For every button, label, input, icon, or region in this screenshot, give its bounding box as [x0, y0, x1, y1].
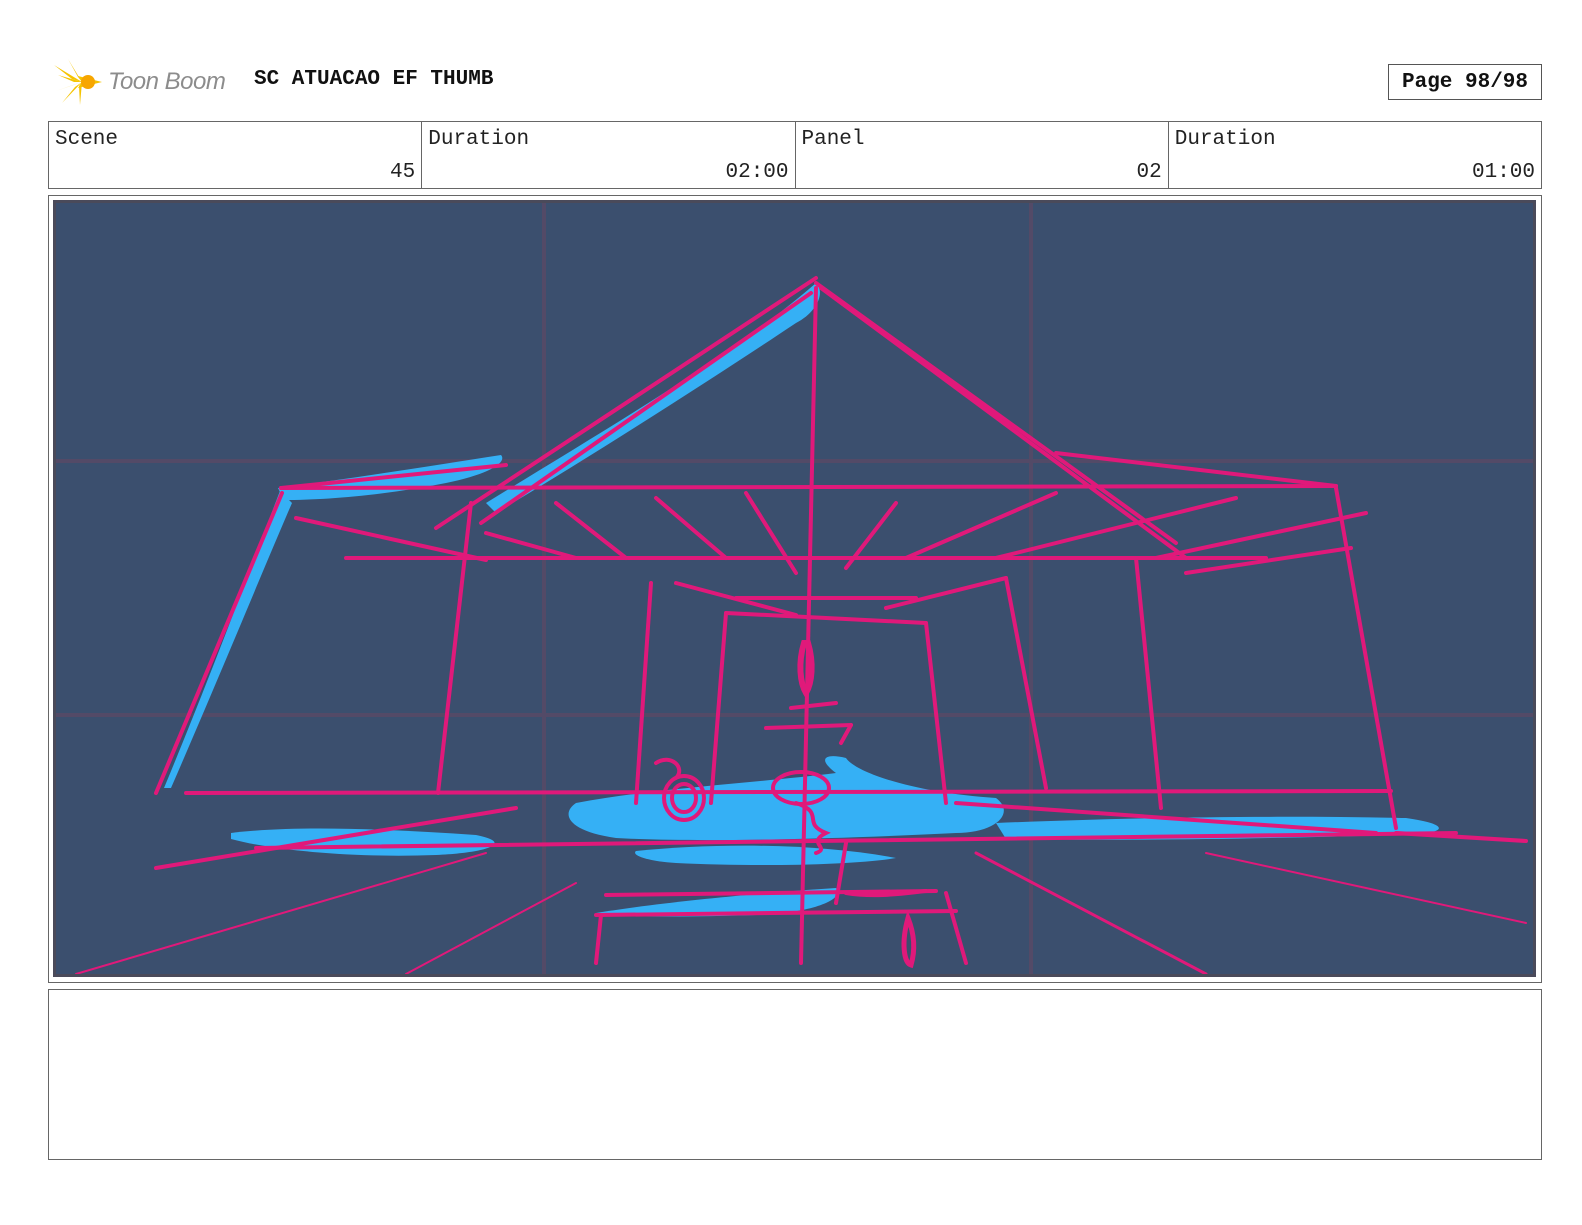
panel-label: Panel [801, 128, 865, 151]
magenta-sketch-lines [75, 276, 1528, 974]
panel-sketch-image [53, 200, 1536, 977]
burst-logo-icon [54, 59, 102, 105]
panel-duration-value: 01:00 [1471, 161, 1535, 184]
toon-boom-logo: Toon Boom [52, 56, 226, 108]
scene-value: 45 [390, 161, 416, 184]
project-title: SC ATUACAO EF THUMB [254, 68, 494, 91]
storyboard-sketch [56, 203, 1533, 974]
panel-frame [48, 195, 1542, 983]
scene-label: Scene [55, 128, 119, 151]
panel-info-row: Scene 45 Duration 02:00 Panel 02 Duratio… [48, 121, 1542, 189]
scene-duration-label: Duration [428, 128, 530, 151]
panel-duration-cell: Duration 01:00 [1169, 122, 1541, 188]
panel-notes-box [48, 989, 1542, 1160]
storyboard-header: Toon Boom SC ATUACAO EF THUMB Page 98/98 [48, 56, 1542, 108]
scene-duration-cell: Duration 02:00 [422, 122, 796, 188]
panel-value: 02 [1136, 161, 1162, 184]
page-indicator: Page 98/98 [1388, 64, 1542, 100]
scene-cell: Scene 45 [49, 122, 423, 188]
panel-cell: Panel 02 [796, 122, 1169, 188]
scene-duration-value: 02:00 [725, 161, 789, 184]
panel-duration-label: Duration [1174, 128, 1276, 151]
brand-name: Toon Boom [108, 68, 226, 95]
